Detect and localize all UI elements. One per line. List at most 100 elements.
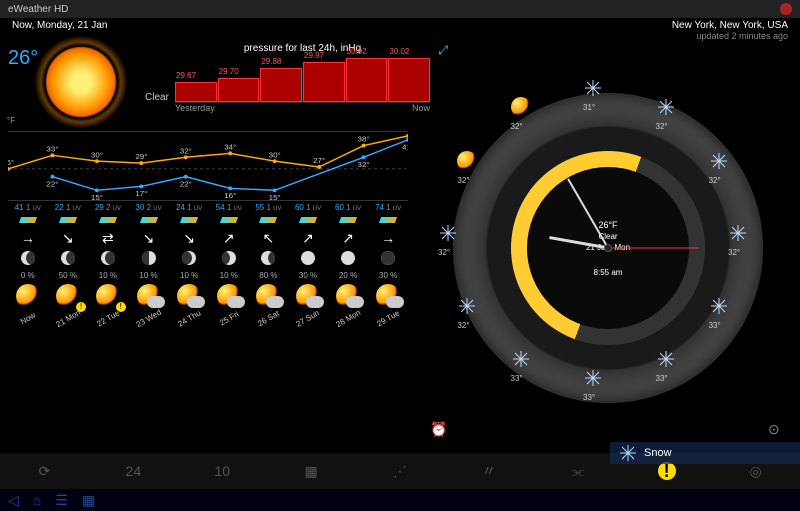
fc-cell: ↗: [288, 227, 328, 249]
fc-cell: 30 2 UV: [128, 201, 170, 214]
fc-cell: 10 %: [88, 269, 128, 282]
gallery-button[interactable]: ▦: [267, 463, 356, 480]
clock-segment: 32°: [457, 296, 507, 346]
fc-cell: [128, 214, 170, 227]
svg-text:22°: 22°: [46, 180, 58, 189]
fc-cell: [368, 214, 408, 227]
fc-cell: [249, 282, 289, 312]
home-button[interactable]: ⌂: [33, 492, 41, 508]
fc-cell: ↘: [128, 227, 170, 249]
fc-cell: [209, 282, 249, 312]
chart-y-label: °F: [7, 116, 15, 125]
sun-icon: [46, 47, 116, 117]
fc-cell: [368, 249, 408, 269]
fc-cell: [169, 249, 209, 269]
svg-text:15°: 15°: [269, 193, 281, 200]
fc-cell: ⇄: [88, 227, 128, 249]
clock-time: 8:55 am: [594, 268, 623, 277]
fc-cell: 55 1 UV: [249, 201, 289, 214]
fc-cell: 30 %: [288, 269, 328, 282]
snow-status-bar[interactable]: Snow: [610, 442, 800, 464]
clock-segment: 32°: [438, 223, 488, 273]
fc-cell: [169, 214, 209, 227]
fc-cell: [209, 214, 249, 227]
svg-text:15°: 15°: [91, 193, 103, 200]
fc-cell: 29 2 UV: [88, 201, 128, 214]
notification-badge[interactable]: [780, 3, 792, 15]
pressure-bar: 29.70: [218, 78, 260, 102]
fc-cell: 30 %: [368, 269, 408, 282]
fc-cell: [48, 214, 88, 227]
snow-label: Snow: [644, 447, 672, 459]
fc-cell: 50 %: [48, 269, 88, 282]
fc-cell: 22 Tue: [88, 312, 128, 325]
feed-button[interactable]: ⋰: [356, 463, 445, 480]
fc-cell: [8, 214, 48, 227]
fc-cell: 80 %: [249, 269, 289, 282]
fc-cell: 10 %: [209, 269, 249, 282]
fc-cell: 54 1 UV: [209, 201, 249, 214]
share-button[interactable]: ⫘: [533, 463, 622, 480]
fc-cell: 41 1 UV: [8, 201, 48, 214]
back-button[interactable]: ◁: [8, 492, 19, 509]
fc-cell: !: [88, 282, 128, 312]
pressure-bar: 29.97: [303, 62, 345, 102]
weather-clock[interactable]: 31°32°32°32°33°33°33°33°32°32°32°32° 26°…: [453, 93, 763, 403]
fc-cell: [48, 249, 88, 269]
svg-text:30°: 30°: [269, 150, 281, 159]
svg-text:38°: 38°: [358, 135, 370, 144]
fc-cell: 26 Sat: [249, 312, 289, 325]
clock-segment: 32°: [511, 97, 561, 147]
fc-cell: 10 %: [169, 269, 209, 282]
fc-cell: [288, 249, 328, 269]
fc-cell: ↗: [328, 227, 368, 249]
pressure-clear-label: Clear: [145, 92, 169, 103]
24h-button[interactable]: 24: [89, 463, 178, 479]
second-hand: [608, 248, 698, 249]
forecast-table[interactable]: 41 1 UV22 1 UV29 2 UV30 2 UV24 1 UV54 1 …: [8, 201, 408, 325]
fc-cell: 10 %: [128, 269, 170, 282]
fc-cell: 74 1 UV: [368, 201, 408, 214]
fc-cell: ↖: [249, 227, 289, 249]
chevron-down-icon[interactable]: ⊙: [768, 421, 786, 439]
fc-cell: !: [48, 282, 88, 312]
clock-temp: 26°F: [598, 220, 617, 230]
clock-segment: 33°: [583, 368, 633, 418]
fc-cell: [249, 249, 289, 269]
pressure-chart[interactable]: pressure for last 24h, inHg ⤢ 29.6729.70…: [175, 43, 430, 113]
refresh-button[interactable]: ⟳: [0, 463, 89, 480]
svg-text:32°: 32°: [180, 146, 192, 155]
fc-cell: [249, 214, 289, 227]
fc-cell: 20 %: [328, 269, 368, 282]
apps-button[interactable]: ▦: [82, 492, 95, 509]
svg-text:26°: 26°: [8, 158, 14, 167]
fc-cell: [209, 249, 249, 269]
clock-segment: 31°: [583, 78, 633, 128]
fc-cell: 28 Mon: [328, 312, 368, 325]
system-navbar: ◁ ⌂ ☰ ▦: [0, 489, 800, 511]
fc-cell: 29 Tue: [368, 312, 408, 325]
clock-segment: 32°: [457, 151, 507, 201]
fc-cell: 21 Mon: [48, 312, 88, 325]
clock-segment: 33°: [709, 296, 759, 346]
fc-cell: ↘: [169, 227, 209, 249]
fc-cell: [128, 249, 170, 269]
pulse-button[interactable]: 〃: [444, 461, 533, 481]
10day-button[interactable]: 10: [178, 463, 267, 479]
fc-cell: ↗: [209, 227, 249, 249]
svg-text:17°: 17°: [135, 189, 147, 198]
target-button[interactable]: ◎: [711, 463, 800, 480]
fc-cell: [288, 282, 328, 312]
snow-icon: [618, 443, 638, 463]
updated-label: updated 2 minutes ago: [672, 31, 788, 41]
svg-text:29°: 29°: [135, 152, 147, 161]
fc-cell: [328, 282, 368, 312]
recent-button[interactable]: ☰: [55, 492, 68, 509]
location-label[interactable]: New York, New York, USA: [672, 20, 788, 31]
fc-cell: 23 Wed: [128, 312, 170, 325]
temp-chart[interactable]: °F 26°33°30°29°32°34°30°27°38°43°22°15°1…: [8, 131, 408, 201]
clock-segment: 33°: [656, 349, 706, 399]
fc-cell: Now: [8, 312, 48, 325]
clock-segment: 32°: [709, 151, 759, 201]
alarm-icon[interactable]: ⏰: [430, 421, 448, 439]
